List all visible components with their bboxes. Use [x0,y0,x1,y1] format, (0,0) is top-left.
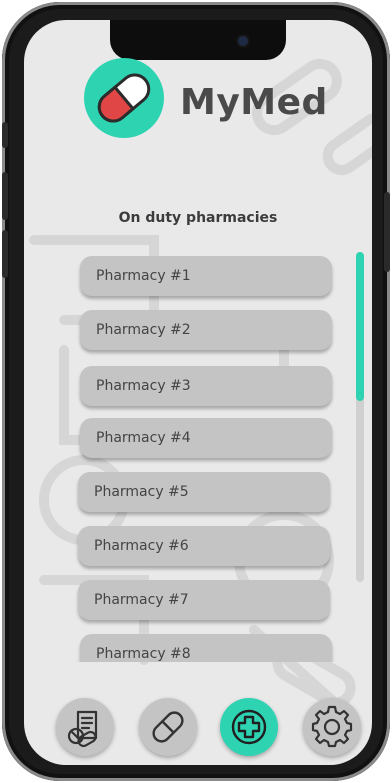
settings-nav-button[interactable] [303,698,361,756]
phone-frame: MyMed On duty pharmacies Pharmacy #1 Pha… [2,2,390,781]
medicines-nav-button[interactable] [139,698,197,756]
pharmacy-item-8[interactable]: Pharmacy #8 [80,634,332,662]
notch [110,20,286,60]
scrollbar-thumb[interactable] [356,252,364,401]
pharmacy-item-6[interactable]: Pharmacy #6 [78,526,330,566]
pharmacy-item-7[interactable]: Pharmacy #7 [78,580,330,620]
app-logo [84,58,164,138]
mute-switch [2,122,8,148]
pharmacy-item-4[interactable]: Pharmacy #4 [80,418,332,458]
pharmacy-cross-icon [231,709,267,745]
section-title: On duty pharmacies [118,210,278,226]
pharmacy-item-3[interactable]: Pharmacy #3 [80,366,332,406]
capsule-logo-icon [97,73,151,123]
app-screen: MyMed On duty pharmacies Pharmacy #1 Pha… [24,20,372,765]
pharmacy-item-1[interactable]: Pharmacy #1 [80,256,332,296]
scrollbar-track[interactable] [356,252,364,582]
volume-up-button [2,172,8,220]
volume-down-button [2,230,8,278]
gear-icon [311,705,353,748]
pharmacies-nav-button[interactable] [220,698,278,756]
app-title: MyMed [180,82,328,123]
prescriptions-nav-button[interactable] [56,698,114,756]
prescription-pills-icon [67,710,98,748]
capsule-icon [152,711,184,743]
front-camera [238,36,248,46]
pharmacy-item-2[interactable]: Pharmacy #2 [80,310,332,350]
power-button [384,192,390,272]
pharmacy-list[interactable]: Pharmacy #1 Pharmacy #2 Pharmacy #3 Phar… [72,252,342,662]
pharmacy-item-5[interactable]: Pharmacy #5 [78,472,330,512]
